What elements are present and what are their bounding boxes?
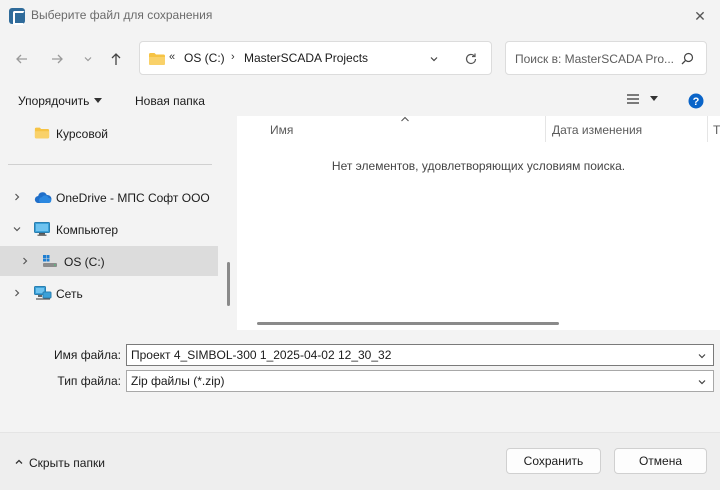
nav-item-label: Сеть — [56, 287, 83, 301]
drive-icon — [43, 255, 57, 267]
chevron-right-icon[interactable] — [12, 288, 22, 298]
column-divider[interactable] — [545, 116, 546, 142]
refresh-icon[interactable] — [464, 52, 478, 66]
horizontal-scrollbar[interactable] — [257, 322, 559, 325]
monitor-icon — [34, 222, 50, 236]
chevron-down-icon — [84, 57, 92, 62]
file-list-pane: Имя Дата изменения Т Нет элементов, удов… — [237, 116, 720, 330]
cloud-icon — [34, 192, 52, 204]
title-bar: Выберите файл для сохранения ✕ — [0, 0, 720, 32]
chevron-down-icon[interactable] — [697, 377, 707, 387]
breadcrumb-overflow[interactable]: « — [169, 51, 175, 63]
column-header-name[interactable]: Имя — [270, 123, 293, 137]
breadcrumb-os-drive[interactable]: OS (C:) — [184, 51, 225, 65]
back-button[interactable] — [11, 48, 33, 70]
hide-folders-button[interactable]: Скрыть папки — [14, 456, 105, 470]
sort-ascending-icon — [401, 116, 409, 122]
filename-label: Имя файла: — [54, 348, 121, 362]
search-icon[interactable] — [681, 52, 694, 65]
save-button[interactable]: Сохранить — [506, 448, 601, 474]
organize-label: Упорядочить — [18, 94, 90, 108]
list-view-icon — [627, 94, 639, 104]
navigation-bar: « OS (C:) › MasterSCADA Projects Поиск в… — [0, 32, 720, 84]
arrow-up-icon — [111, 53, 121, 65]
caret-down-icon — [650, 96, 658, 101]
nav-item-label: Курсовой — [56, 127, 108, 141]
view-dropdown-button[interactable] — [650, 92, 658, 106]
chevron-right-icon[interactable] — [20, 256, 30, 266]
view-options-button[interactable] — [626, 93, 640, 108]
hide-folders-label: Скрыть папки — [29, 456, 105, 470]
chevron-down-icon[interactable] — [12, 224, 22, 234]
chevron-right-icon[interactable] — [12, 192, 22, 202]
filetype-label: Тип файла: — [57, 374, 121, 388]
save-form: Имя файла: Проект 4_SIMBOL-300 1_2025-04… — [0, 330, 720, 490]
nav-item-os-drive[interactable]: OS (C:) — [0, 246, 218, 276]
filename-input[interactable]: Проект 4_SIMBOL-300 1_2025-04-02 12_30_3… — [131, 348, 391, 362]
chevron-up-icon — [15, 459, 23, 464]
caret-down-icon — [94, 98, 103, 103]
cancel-button[interactable]: Отмена — [614, 448, 707, 474]
breadcrumb-mastersacda-projects[interactable]: MasterSCADA Projects — [244, 51, 368, 65]
dialog-footer: Скрыть папки Сохранить Отмена — [0, 432, 720, 490]
nav-item-network[interactable]: Сеть — [0, 278, 218, 308]
search-box[interactable]: Поиск в: MasterSCADA Pro... — [505, 41, 707, 75]
close-button[interactable]: ✕ — [688, 4, 712, 28]
up-button[interactable] — [105, 48, 127, 70]
organize-button[interactable]: Упорядочить — [18, 94, 103, 108]
new-folder-button[interactable]: Новая папка — [135, 94, 205, 108]
column-divider[interactable] — [707, 116, 708, 142]
column-header-type[interactable]: Т — [713, 123, 720, 137]
nav-divider — [8, 164, 212, 165]
command-bar: Упорядочить Новая папка ? — [0, 86, 720, 116]
column-header-date-modified[interactable]: Дата изменения — [552, 123, 642, 137]
nav-item-label: Компьютер — [56, 223, 119, 237]
help-icon: ? — [688, 93, 704, 109]
nav-item-onedrive[interactable]: OneDrive - МПС Софт ООО — [0, 182, 218, 212]
folder-icon — [149, 53, 165, 65]
chevron-down-icon[interactable] — [428, 53, 440, 65]
app-icon — [9, 8, 25, 25]
recent-locations-button[interactable] — [77, 48, 99, 70]
nav-item-label: OneDrive - МПС Софт ООО — [56, 191, 210, 205]
arrow-left-icon — [16, 54, 27, 64]
nav-pane-scrollbar[interactable] — [227, 262, 230, 306]
chevron-down-icon[interactable] — [697, 351, 707, 361]
empty-state-message: Нет элементов, удовлетворяющих условиям … — [331, 159, 626, 173]
folder-icon — [34, 127, 50, 139]
address-bar[interactable]: « OS (C:) › MasterSCADA Projects — [139, 41, 492, 75]
navigation-pane: Курсовой OneDrive - МПС Софт ООО Компьют… — [0, 116, 233, 330]
help-button[interactable]: ? — [688, 93, 704, 112]
filetype-value: Zip файлы (*.zip) — [131, 374, 225, 388]
forward-button[interactable] — [46, 48, 68, 70]
breadcrumb-separator[interactable]: › — [231, 51, 235, 63]
nav-item-label: OS (C:) — [64, 255, 105, 269]
arrow-right-icon — [52, 54, 63, 64]
filetype-select[interactable]: Zip файлы (*.zip) — [126, 370, 714, 392]
svg-text:?: ? — [693, 96, 700, 108]
nav-item-computer[interactable]: Компьютер — [0, 214, 218, 244]
window-title: Выберите файл для сохранения — [31, 8, 213, 22]
nav-item-kursovoy[interactable]: Курсовой — [0, 118, 218, 148]
network-icon — [34, 286, 52, 300]
filename-field[interactable]: Проект 4_SIMBOL-300 1_2025-04-02 12_30_3… — [126, 344, 714, 366]
search-input[interactable]: Поиск в: MasterSCADA Pro... — [515, 52, 675, 66]
